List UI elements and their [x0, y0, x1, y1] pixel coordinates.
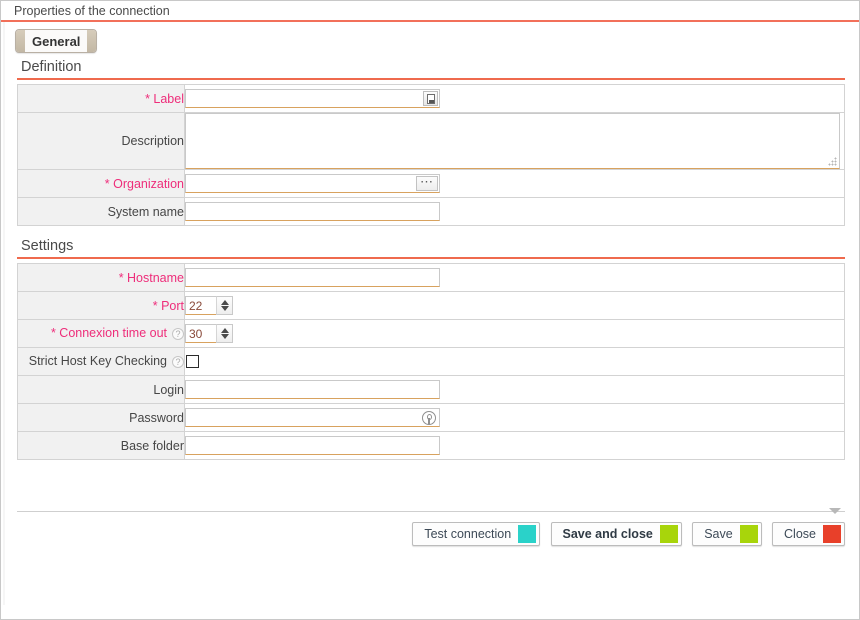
tab-general-label: General — [32, 34, 81, 49]
port-stepper — [185, 296, 233, 315]
port-spinner-down-icon[interactable] — [221, 306, 229, 311]
dialog-body: General Definition * Label Description *… — [1, 22, 859, 605]
timeout-spinner-up-icon[interactable] — [221, 328, 229, 333]
row-timeout-label-text: * Connexion time out — [50, 326, 167, 341]
password-input-wrap — [185, 408, 440, 427]
row-system-name-label: System name — [17, 197, 185, 226]
footer-divider — [17, 511, 845, 512]
row-organization-label: * Organization — [17, 169, 185, 198]
row-organization-field: ⋯ — [184, 169, 845, 198]
dialog-titlebar: Properties of the connection — [1, 1, 859, 22]
base-folder-input[interactable] — [185, 436, 440, 455]
definition-form: * Label Description * Organization ⋯ Sys… — [17, 84, 845, 226]
port-spinner-up-icon[interactable] — [221, 300, 229, 305]
help-icon[interactable]: ? — [172, 327, 184, 340]
label-input[interactable] — [185, 89, 440, 108]
row-organization: * Organization ⋯ — [17, 169, 845, 198]
help-icon[interactable]: ? — [172, 355, 184, 368]
save-swatch — [739, 525, 758, 543]
timeout-spinner-down-icon[interactable] — [221, 334, 229, 339]
row-password-label: Password — [17, 403, 185, 432]
row-hostname-field — [184, 263, 845, 292]
test-connection-swatch — [518, 525, 537, 543]
row-hostname: * Hostname — [17, 263, 845, 292]
row-label-field — [184, 84, 845, 113]
section-definition: Definition * Label Description * Organiz… — [17, 55, 845, 226]
label-input-wrap — [185, 89, 440, 108]
section-settings: Settings * Hostname * Port 22 * Connexio… — [17, 234, 845, 460]
row-login-field — [184, 375, 845, 404]
port-spinner[interactable] — [216, 296, 233, 315]
close-button-label: Close — [784, 527, 816, 541]
password-input[interactable] — [185, 408, 440, 427]
row-timeout-field — [184, 319, 845, 348]
row-base-folder-label: Base folder — [17, 431, 185, 460]
row-timeout: * Connexion time out? — [17, 319, 845, 348]
dialog-title: Properties of the connection — [14, 4, 170, 18]
section-definition-title: Definition — [17, 55, 845, 80]
row-port-label: * Port — [17, 291, 185, 320]
description-wrap — [185, 113, 840, 169]
row-password: Password — [17, 403, 845, 432]
row-system-name-field — [184, 197, 845, 226]
row-login: Login — [17, 375, 845, 404]
ellipsis-icon[interactable]: ⋯ — [416, 175, 438, 191]
footer-button-bar: Test connection Save and close Save Clos… — [405, 522, 845, 546]
chevron-down-icon[interactable] — [829, 508, 841, 514]
settings-form: * Hostname * Port 22 * Connexion time ou… — [17, 263, 845, 460]
save-and-close-button-label: Save and close — [562, 527, 653, 541]
test-connection-button-label: Test connection — [424, 527, 512, 541]
row-description: Description — [17, 112, 845, 170]
row-label-label: * Label — [17, 84, 185, 113]
translate-icon[interactable] — [423, 91, 438, 106]
organization-input[interactable] — [185, 174, 440, 193]
row-description-field — [184, 112, 845, 170]
row-strict-host-key: Strict Host Key Checking? — [17, 347, 845, 376]
close-button[interactable]: Close — [772, 522, 845, 546]
save-button[interactable]: Save — [692, 522, 762, 546]
save-and-close-swatch — [659, 525, 678, 543]
organization-input-wrap: ⋯ — [185, 174, 440, 193]
tab-general[interactable]: General — [15, 29, 98, 53]
row-system-name: System name — [17, 197, 845, 226]
key-icon[interactable] — [422, 411, 436, 425]
row-base-folder: Base folder — [17, 431, 845, 460]
row-strict-host-key-field — [184, 347, 845, 376]
timeout-stepper — [185, 324, 233, 343]
row-label: * Label — [17, 84, 845, 113]
section-settings-title: Settings — [17, 234, 845, 259]
row-port: * Port — [17, 291, 845, 320]
row-port-field — [184, 291, 845, 320]
login-input[interactable] — [185, 380, 440, 399]
row-login-label: Login — [17, 375, 185, 404]
row-description-label: Description — [17, 112, 185, 170]
row-password-field — [184, 403, 845, 432]
row-strict-host-key-label: Strict Host Key Checking? — [17, 347, 185, 376]
row-base-folder-field — [184, 431, 845, 460]
strict-host-key-checkbox[interactable] — [186, 355, 199, 368]
test-connection-button[interactable]: Test connection — [412, 522, 541, 546]
save-button-label: Save — [704, 527, 733, 541]
row-timeout-label: * Connexion time out? — [17, 319, 185, 348]
tab-strip: General — [3, 22, 859, 55]
row-strict-host-key-label-text: Strict Host Key Checking — [28, 354, 167, 369]
system-name-input[interactable] — [185, 202, 440, 221]
hostname-input[interactable] — [185, 268, 440, 287]
save-and-close-button[interactable]: Save and close — [550, 522, 682, 546]
close-swatch — [823, 525, 841, 543]
timeout-spinner[interactable] — [216, 324, 233, 343]
description-textarea[interactable] — [185, 113, 840, 169]
row-hostname-label: * Hostname — [17, 263, 185, 292]
properties-dialog: Properties of the connection General Def… — [0, 0, 860, 620]
